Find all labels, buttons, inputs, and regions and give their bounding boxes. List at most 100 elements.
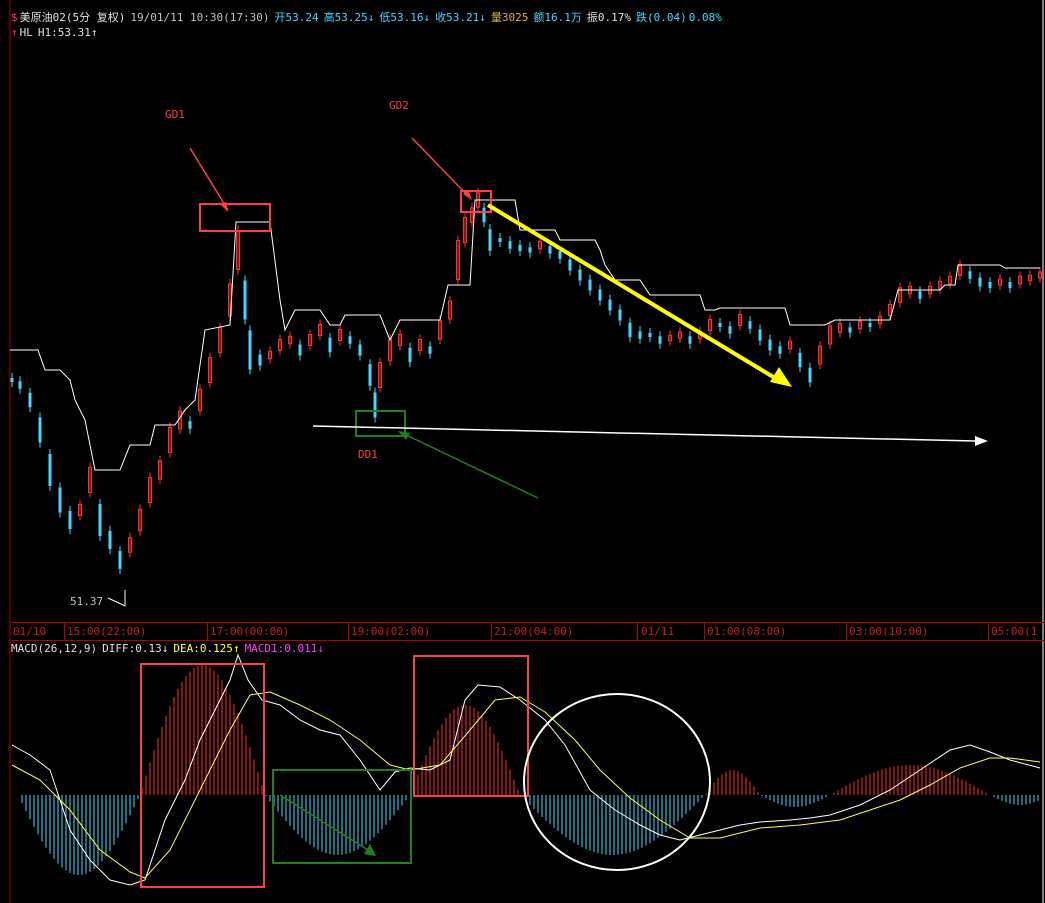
candle-body xyxy=(518,244,522,252)
macd-name: MACD(26,12,9) xyxy=(11,642,98,655)
candle-body xyxy=(1008,281,1012,289)
time-label: 19:00(02:00) xyxy=(351,625,431,638)
time-label: 01:00(08:00) xyxy=(707,625,787,638)
candle-body xyxy=(608,299,612,311)
time-axis: 01/10 15:00(22:00) 17:00(00:00) 19:00(02… xyxy=(11,622,1045,641)
macd-box-2 xyxy=(413,655,529,797)
macd-header: MACD(26,12,9) DIFF:0.13↓ DEA:0.125↑ MACD1:0… xyxy=(11,642,329,655)
candle-body xyxy=(373,392,377,418)
candle-body xyxy=(768,339,772,351)
candle-body xyxy=(688,336,692,344)
time-separator xyxy=(988,623,989,640)
gd2-arrow xyxy=(411,137,471,199)
candle-body xyxy=(428,346,432,354)
candle-body xyxy=(118,551,122,569)
candle-body xyxy=(758,329,762,341)
macd-circle xyxy=(523,693,711,871)
candle-body xyxy=(798,352,802,368)
gd1-box xyxy=(199,203,271,232)
candle-body xyxy=(243,280,247,320)
candle-body xyxy=(748,321,752,329)
candle-body xyxy=(778,346,782,354)
time-label: 15:00(22:00) xyxy=(67,625,147,638)
time-label: 17:00(00:00) xyxy=(210,625,290,638)
candle-body xyxy=(568,259,572,271)
candle-body xyxy=(58,487,62,513)
time-separator xyxy=(64,623,65,640)
down-arrow-icon: ↓ xyxy=(161,642,169,655)
candle-body xyxy=(648,333,652,337)
time-separator xyxy=(846,623,847,640)
candle-body xyxy=(358,344,362,356)
down-arrow-icon: ↓ xyxy=(317,642,325,655)
candle-body xyxy=(482,207,486,223)
time-separator xyxy=(704,623,705,640)
candle-body xyxy=(658,336,662,344)
gd1-arrow xyxy=(189,147,229,211)
time-separator xyxy=(637,623,638,640)
annotation-gd2: GD2 xyxy=(389,99,409,112)
chart-window: $ 美原油02(5分 复权) 19/01/11 10:30(17:30) 开53.24… xyxy=(0,0,1045,903)
candle-body xyxy=(188,421,192,429)
time-label: 05:00(1 xyxy=(991,625,1038,638)
low-marker-line xyxy=(107,590,126,607)
candle-body xyxy=(48,454,52,486)
candle-body xyxy=(528,247,532,253)
time-label: 01/11 xyxy=(641,625,675,638)
dd1-arrow xyxy=(399,431,539,499)
candle-body xyxy=(10,378,14,382)
candle-body xyxy=(488,229,492,251)
candle-body xyxy=(588,279,592,291)
candle-body xyxy=(808,367,812,383)
candle-body xyxy=(368,364,372,386)
candle-body xyxy=(558,251,562,259)
candle-body xyxy=(868,323,872,327)
candle-body xyxy=(988,281,992,289)
macd-green-arrow xyxy=(279,794,369,851)
candle-body xyxy=(628,322,632,338)
up-arrow-icon: ↑ xyxy=(232,642,240,655)
macd-value: MACD1:0.011 xyxy=(244,642,318,655)
candle-body xyxy=(408,347,412,363)
time-label: 03:00(10:00) xyxy=(849,625,929,638)
candle-body xyxy=(328,337,332,353)
candle-body xyxy=(98,504,102,536)
annotation-dd1: DD1 xyxy=(358,448,378,461)
candle-body xyxy=(108,531,112,549)
chart-canvas xyxy=(9,0,1044,903)
candle-body xyxy=(508,241,512,249)
candle-body xyxy=(918,291,922,299)
candle-body xyxy=(618,309,622,321)
trend-arrow xyxy=(486,203,777,380)
candle-body xyxy=(18,381,22,389)
candle-body xyxy=(978,277,982,287)
candle-body xyxy=(258,354,262,366)
candle-body xyxy=(728,326,732,334)
candle-body xyxy=(968,271,972,279)
time-separator xyxy=(491,623,492,640)
time-separator xyxy=(207,623,208,640)
macd-diff: DIFF:0.13 xyxy=(102,642,162,655)
candle-body xyxy=(28,392,32,408)
candle-body xyxy=(348,336,352,344)
trend-arrowhead xyxy=(770,367,792,387)
macd-dea: DEA:0.125 xyxy=(173,642,233,655)
candle-body xyxy=(498,238,502,242)
candle-body xyxy=(68,511,72,529)
hl-line xyxy=(10,199,1040,471)
low-price-label: 51.37 xyxy=(70,595,104,608)
candle-body xyxy=(578,269,582,281)
annotation-gd1: GD1 xyxy=(165,108,185,121)
candle-body xyxy=(638,331,642,339)
macd-green-arrowhead xyxy=(364,844,376,856)
candle-body xyxy=(248,330,252,370)
support-arrowhead xyxy=(975,436,988,446)
candle-body xyxy=(598,289,602,301)
time-label: 01/10 xyxy=(13,625,47,638)
candle-body xyxy=(718,323,722,327)
candle-body xyxy=(38,417,42,443)
dd1-box xyxy=(355,410,406,437)
time-separator xyxy=(348,623,349,640)
candle-body xyxy=(548,246,552,254)
candle-body xyxy=(298,344,302,356)
